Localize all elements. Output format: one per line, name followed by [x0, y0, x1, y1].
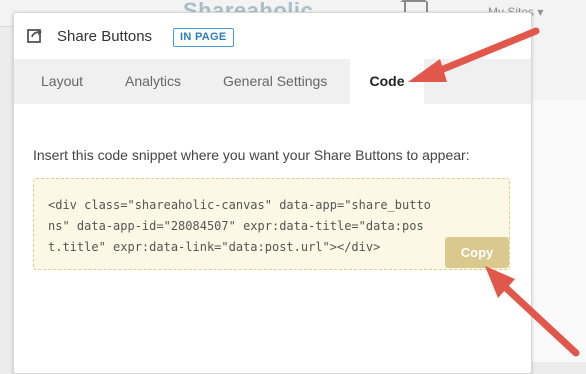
share-buttons-modal: Share Buttons IN PAGE Layout Analytics G… — [13, 12, 532, 374]
tab-analytics[interactable]: Analytics — [125, 59, 181, 104]
share-icon — [27, 29, 42, 43]
modal-title: Share Buttons — [57, 28, 153, 45]
tab-bar: Layout Analytics General Settings Code — [14, 59, 531, 104]
code-snippet-box[interactable]: <div class="shareaholic-canvas" data-app… — [33, 178, 510, 270]
tab-code[interactable]: Code — [350, 59, 424, 104]
code-snippet[interactable]: <div class="shareaholic-canvas" data-app… — [48, 195, 496, 258]
background-panel-strip — [530, 100, 586, 362]
tab-layout[interactable]: Layout — [41, 59, 83, 104]
in-page-badge: IN PAGE — [173, 28, 234, 47]
code-line: ns" data-app-id="28084507" expr:data-tit… — [48, 219, 424, 233]
tab-general-settings[interactable]: General Settings — [223, 59, 327, 104]
code-line: <div class="shareaholic-canvas" data-app… — [48, 198, 431, 212]
modal-header: Share Buttons IN PAGE — [14, 13, 531, 60]
copy-button[interactable]: Copy — [445, 237, 509, 268]
instruction-text: Insert this code snippet where you want … — [33, 147, 470, 163]
code-line: t.title" expr:data-link="data:post.url">… — [48, 240, 381, 254]
